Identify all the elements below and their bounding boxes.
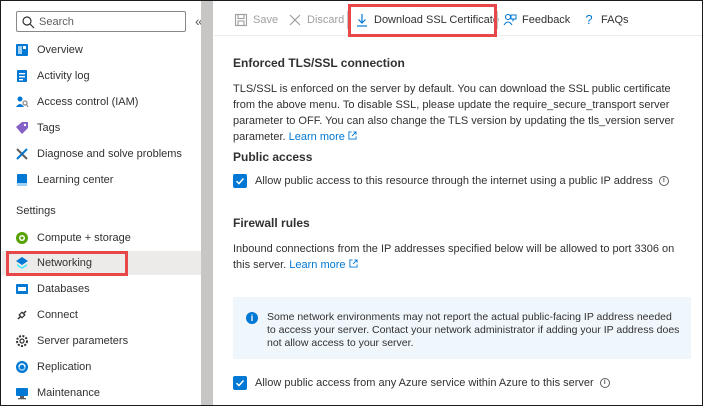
- external-link-icon: [348, 131, 357, 140]
- sidebar-item-label: Compute + storage: [37, 232, 131, 244]
- settings-section-heading: Settings: [16, 205, 56, 217]
- sidebar-item-label: Maintenance: [37, 387, 100, 399]
- sidebar-item-databases[interactable]: Databases: [2, 277, 201, 301]
- checkmark-icon: [235, 379, 245, 387]
- sidebar-item-label: Overview: [37, 44, 83, 56]
- sidebar-item-learning-center[interactable]: Learning center: [2, 168, 201, 192]
- question-icon: ?: [585, 12, 593, 27]
- sidebar-item-tags[interactable]: Tags: [2, 116, 201, 140]
- public-access-checkbox-row[interactable]: Allow public access to this resource thr…: [233, 174, 669, 188]
- info-message-bar: i Some network environments may not repo…: [233, 297, 691, 359]
- sidebar-item-label: Databases: [37, 283, 90, 295]
- feedback-button[interactable]: Feedback: [503, 11, 570, 29]
- sidebar-item-label: Server parameters: [37, 335, 129, 347]
- close-icon: [289, 14, 301, 26]
- learn-more-text: Learn more: [288, 131, 345, 143]
- firewall-heading: Firewall rules: [233, 216, 310, 230]
- tls-description: TLS/SSL is enforced on the server by def…: [233, 81, 688, 145]
- info-icon[interactable]: i: [599, 378, 610, 388]
- download-ssl-highlight-box: [348, 4, 497, 37]
- info-circle-icon: i: [246, 312, 258, 324]
- sidebar-item-iam[interactable]: Access control (IAM): [2, 90, 201, 114]
- sidebar-item-label: Learning center: [37, 174, 114, 186]
- sidebar-item-label: Activity log: [37, 70, 90, 82]
- search-icon: [22, 15, 35, 28]
- feedback-icon: [503, 13, 517, 26]
- sidebar-item-label: Tags: [37, 122, 61, 134]
- firewall-description: Inbound connections from the IP addresse…: [233, 241, 683, 273]
- sidebar-item-label: Access control (IAM): [37, 96, 139, 108]
- save-label: Save: [253, 14, 279, 26]
- tls-heading: Enforced TLS/SSL connection: [233, 56, 405, 70]
- firewall-learn-more-link[interactable]: Learn more: [289, 259, 358, 271]
- toolbar-divider: [497, 11, 498, 29]
- discard-button[interactable]: Discard: [288, 11, 344, 29]
- azure-services-checkbox[interactable]: [233, 376, 247, 390]
- learn-more-text: Learn more: [289, 259, 346, 271]
- search-input[interactable]: Search: [16, 11, 186, 32]
- sidebar-item-connect[interactable]: Connect: [2, 303, 201, 327]
- info-message-text: Some network environments may not report…: [267, 311, 680, 349]
- save-button[interactable]: Save: [234, 11, 278, 29]
- public-access-heading: Public access: [233, 150, 313, 164]
- sidebar-item-label: Connect: [37, 309, 78, 321]
- maintenance-icon: [16, 388, 28, 400]
- activity-log-icon: [17, 70, 27, 82]
- portal-window: Search « Overview Activity log Access co…: [0, 0, 703, 406]
- database-icon: [16, 284, 28, 294]
- sidebar-item-server-parameters[interactable]: Server parameters: [2, 329, 201, 353]
- sidebar-scrollbar[interactable]: [201, 1, 213, 405]
- external-link-icon: [349, 259, 358, 268]
- tag-icon: [16, 122, 28, 134]
- sidebar-item-activity-log[interactable]: Activity log: [2, 64, 201, 88]
- sidebar-item-replication[interactable]: Replication: [2, 355, 201, 379]
- faqs-button[interactable]: ? FAQs: [582, 11, 629, 29]
- public-access-checkbox-label: Allow public access to this resource thr…: [255, 175, 653, 187]
- sidebar-item-label: Replication: [37, 361, 92, 373]
- save-icon: [234, 13, 248, 27]
- sidebar-item-maintenance[interactable]: Maintenance: [2, 381, 201, 405]
- sidebar-item-compute-storage[interactable]: Compute + storage: [2, 226, 201, 250]
- sidebar: Search « Overview Activity log Access co…: [2, 2, 203, 405]
- sidebar-item-label: Diagnose and solve problems: [37, 148, 182, 160]
- compute-icon: [16, 232, 28, 244]
- gear-icon: [16, 335, 28, 347]
- networking-highlight-box: [6, 251, 128, 276]
- public-access-checkbox[interactable]: [233, 174, 247, 188]
- azure-services-checkbox-label: Allow public access from any Azure servi…: [255, 377, 594, 389]
- sidebar-item-overview[interactable]: Overview: [2, 38, 201, 62]
- iam-icon: [16, 96, 29, 108]
- checkmark-icon: [235, 177, 245, 185]
- search-placeholder: Search: [39, 15, 74, 28]
- overview-icon: [16, 44, 28, 56]
- info-icon[interactable]: i: [658, 176, 669, 186]
- feedback-label: Feedback: [522, 14, 571, 26]
- learning-center-icon: [17, 174, 27, 186]
- diagnose-icon: [16, 148, 28, 160]
- tls-learn-more-link[interactable]: Learn more: [289, 131, 357, 143]
- sidebar-item-diagnose[interactable]: Diagnose and solve problems: [2, 142, 201, 166]
- discard-label: Discard: [307, 14, 345, 26]
- azure-services-checkbox-row[interactable]: Allow public access from any Azure servi…: [233, 376, 610, 390]
- connect-icon: [17, 310, 27, 320]
- replication-icon: [16, 361, 28, 373]
- faqs-label: FAQs: [601, 14, 629, 26]
